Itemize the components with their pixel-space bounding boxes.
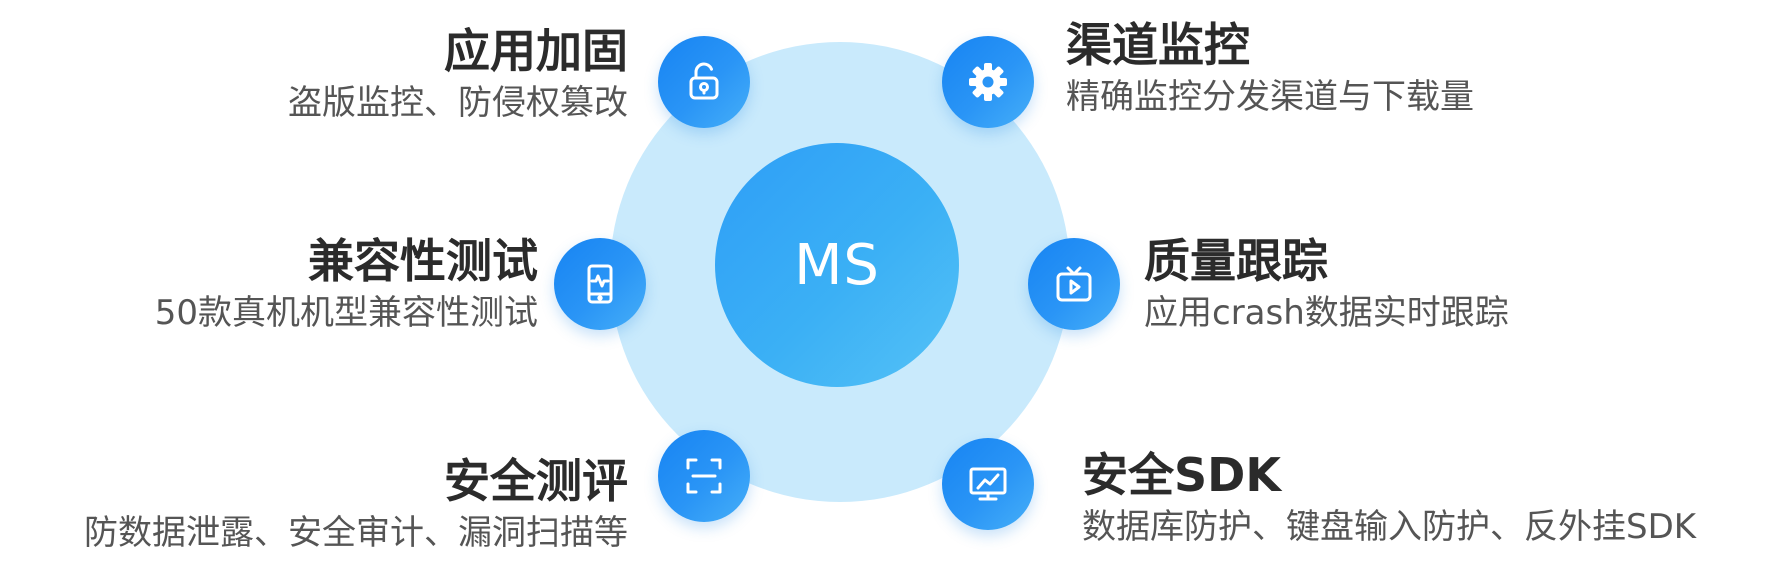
phone-monitor-icon [587,264,613,304]
tv-play-icon [1056,266,1092,302]
channel-monitor-node[interactable] [942,36,1034,128]
scan-icon [686,458,722,494]
feature-title: 兼容性测试 [308,234,538,288]
app-hardening-node[interactable] [658,36,750,128]
feature-desc: 盗版监控、防侵权篡改 [288,83,628,123]
feature-desc: 精确监控分发渠道与下载量 [1066,77,1474,117]
feature-app-hardening: 应用加固 盗版监控、防侵权篡改 [288,22,628,126]
feature-security-eval: 安全测评 防数据泄露、安全审计、漏洞扫描等 [84,452,628,556]
quality-track-node[interactable] [1028,238,1120,330]
feature-channel-monitor: 渠道监控 精确监控分发渠道与下载量 [1066,16,1474,120]
feature-title: 质量跟踪 [1144,234,1328,288]
feature-title: 应用加固 [444,24,628,78]
feature-title: 安全测评 [444,454,628,508]
chart-monitor-icon [969,467,1007,501]
feature-desc: 应用crash数据实时跟踪 [1144,293,1509,333]
feature-desc: 数据库防护、键盘输入防护、反外挂SDK [1082,507,1697,547]
unlock-icon [689,62,719,100]
security-eval-node[interactable] [658,430,750,522]
feature-compat-test: 兼容性测试 50款真机机型兼容性测试 [155,232,538,336]
feature-desc: 50款真机机型兼容性测试 [154,293,538,333]
feature-quality-track: 质量跟踪 应用crash数据实时跟踪 [1144,232,1509,336]
feature-title: 渠道监控 [1066,18,1250,72]
center-core-circle: MS [715,143,959,387]
center-label: MS [794,232,880,298]
feature-security-sdk: 安全SDK 数据库防护、键盘输入防护、反外挂SDK [1082,446,1696,550]
gear-icon [969,63,1007,101]
feature-desc: 防数据泄露、安全审计、漏洞扫描等 [84,513,628,553]
compat-test-node[interactable] [554,238,646,330]
security-sdk-node[interactable] [942,438,1034,530]
feature-title: 安全SDK [1082,448,1281,502]
